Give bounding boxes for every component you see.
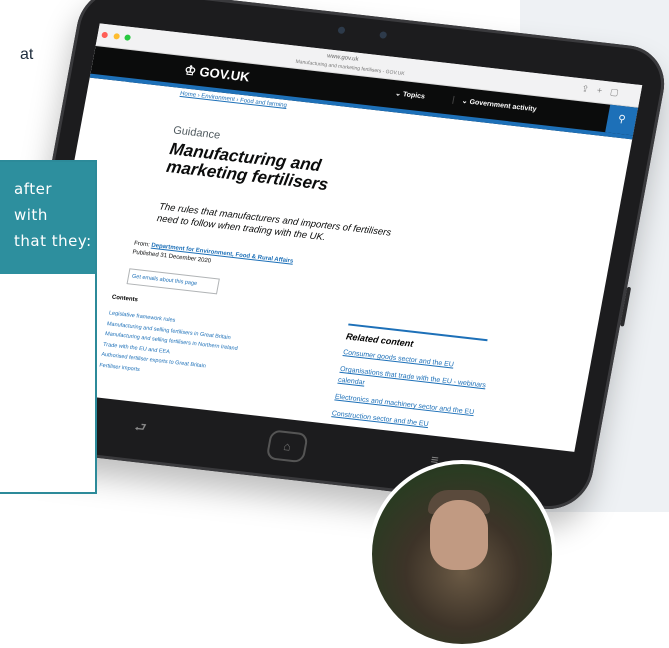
home-icon[interactable]: ⌂ xyxy=(265,429,309,464)
callout-line: that they: xyxy=(14,232,92,250)
zoom-dot-icon[interactable] xyxy=(124,34,132,41)
related-heading: Related content xyxy=(345,331,415,349)
activity-label: Government activity xyxy=(468,98,538,114)
callout-box: after with that they: xyxy=(0,160,97,494)
contents-list: Legislative framework rules Manufacturin… xyxy=(98,308,242,385)
tablet-screen: www.gov.uk Manufacturing and marketing f… xyxy=(31,23,643,452)
sensor-icon xyxy=(379,31,388,39)
side-button xyxy=(619,286,632,327)
back-icon[interactable]: ⮐ xyxy=(132,418,148,441)
tablet-device: www.gov.uk Manufacturing and marketing f… xyxy=(0,0,669,515)
gov-logo-text: GOV.UK xyxy=(198,64,251,85)
search-icon: ⚲ xyxy=(617,113,627,126)
avatar xyxy=(368,460,556,648)
from-label: From: xyxy=(133,240,151,249)
email-signup-button[interactable]: Get emails about this page xyxy=(126,268,220,295)
content-type-label: Guidance xyxy=(172,124,222,142)
minimize-dot-icon[interactable] xyxy=(112,33,120,40)
page-title: Manufacturing and marketing fertilisers xyxy=(164,139,330,195)
gov-logo[interactable]: ♔ GOV.UK xyxy=(183,62,251,85)
topics-menu[interactable]: ⌄ Topics xyxy=(395,89,426,100)
avatar-face xyxy=(430,500,488,570)
intro-text: at xyxy=(20,46,34,63)
contents-heading: Contents xyxy=(111,294,139,304)
search-button[interactable]: ⚲ xyxy=(605,104,639,136)
camera-icon xyxy=(337,26,346,35)
callout-header: after with that they: xyxy=(0,162,95,274)
government-activity-menu[interactable]: ⌄ Government activity xyxy=(452,95,538,114)
callout-line: with xyxy=(14,206,48,224)
topics-label: Topics xyxy=(402,91,426,101)
lead-paragraph: The rules that manufacturers and importe… xyxy=(155,201,393,244)
tablet-frame: www.gov.uk Manufacturing and marketing f… xyxy=(0,0,669,514)
callout-line: after xyxy=(14,180,52,198)
close-dot-icon[interactable] xyxy=(101,31,109,39)
